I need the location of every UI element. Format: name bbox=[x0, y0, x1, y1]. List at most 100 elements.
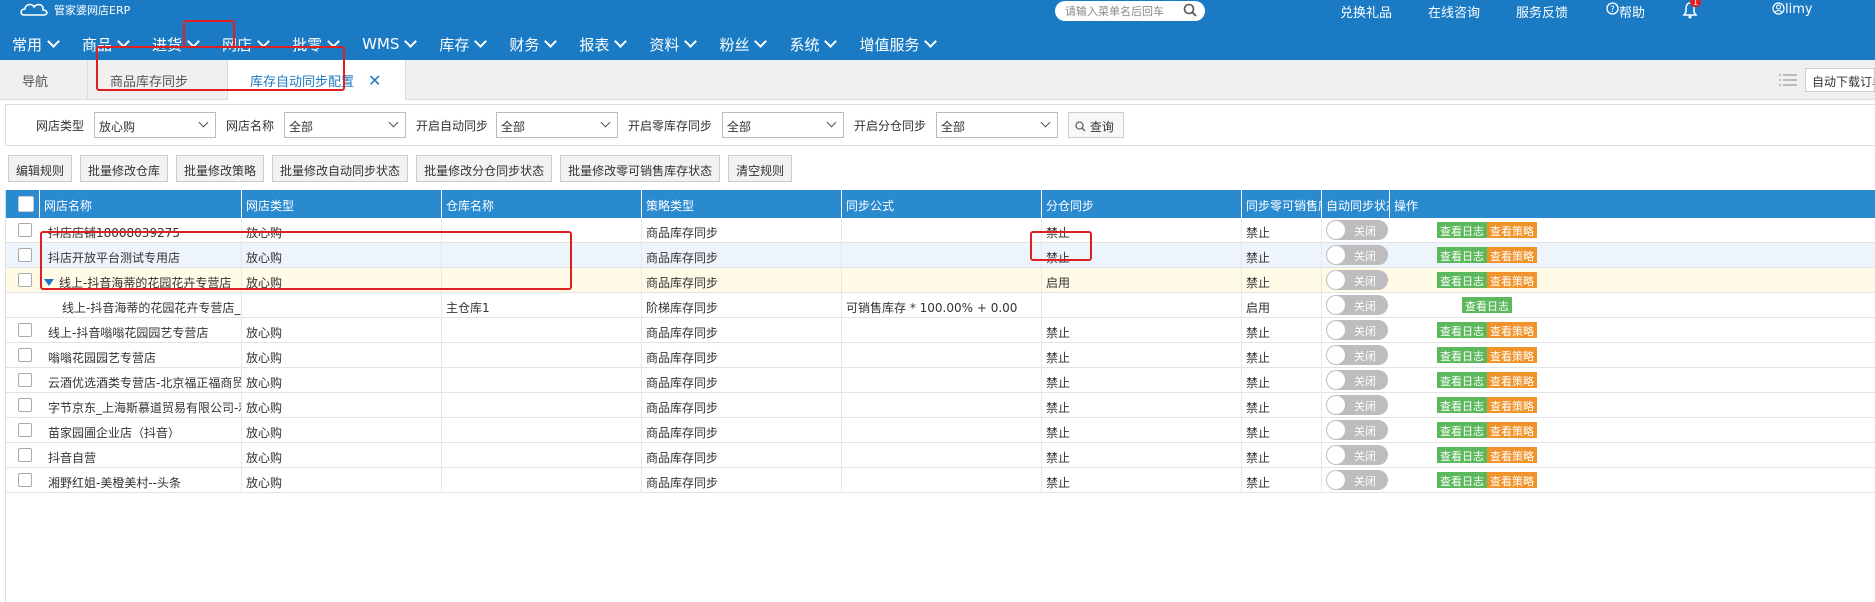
view-strategy-button[interactable]: 查看策略 bbox=[1487, 247, 1537, 263]
view-log-button[interactable]: 查看日志 bbox=[1437, 322, 1487, 338]
auto-sync-toggle[interactable]: 关闭 bbox=[1326, 270, 1388, 290]
col-header-warehouse[interactable]: 仓库名称 bbox=[442, 190, 642, 218]
auto-download-button[interactable]: 自动下载订单 bbox=[1805, 68, 1875, 92]
view-strategy-button[interactable]: 查看策略 bbox=[1487, 347, 1537, 363]
batch-split-sync-button[interactable]: 批量修改分仓同步状态 bbox=[416, 155, 553, 182]
nav-item-store[interactable]: 网店 bbox=[210, 28, 280, 60]
nav-item-value-added[interactable]: 增值服务 bbox=[847, 28, 947, 60]
close-icon[interactable]: ✕ bbox=[368, 71, 381, 90]
table-row[interactable]: 苗家园圃企业店（抖音） 放心购 商品库存同步 禁止 禁止 关闭 查看日志 查看策略 bbox=[6, 418, 1875, 443]
table-row[interactable]: 线上-抖音海蒂的花园花卉专营店 放心购 商品库存同步 启用 禁止 关闭 查看日志 查看策略 bbox=[6, 268, 1875, 293]
table-row[interactable]: 嗡嗡花园园艺专营店 放心购 商品库存同步 禁止 禁止 关闭 查看日志 查看策略 bbox=[6, 343, 1875, 368]
table-row[interactable]: 字节京东_上海斯慕道贸易有限公司-利赓… 放心购 商品库存同步 禁止 禁止 关闭 查看日志查… bbox=[6, 393, 1875, 418]
search-icon[interactable] bbox=[1183, 3, 1197, 17]
auto-sync-toggle[interactable]: 关闭 bbox=[1326, 470, 1388, 490]
table-row[interactable]: 云酒优选酒类专营店-北京福正福商贸有… 放心购 商品库存同步 禁止 禁止 关闭 查看日志查看… bbox=[6, 368, 1875, 393]
auto-sync-toggle[interactable]: 关闭 bbox=[1326, 295, 1388, 315]
expand-triangle-icon[interactable] bbox=[44, 279, 54, 286]
batch-auto-sync-button[interactable]: 批量修改自动同步状态 bbox=[272, 155, 409, 182]
table-row[interactable]: 抖店开放平台测试专用店 放心购 商品库存同步 禁止 禁止 关闭 查看日志 查看策略 bbox=[6, 243, 1875, 268]
view-log-button[interactable]: 查看日志 bbox=[1462, 297, 1512, 313]
row-checkbox[interactable] bbox=[18, 473, 32, 487]
nav-item-fans[interactable]: 粉丝 bbox=[707, 28, 777, 60]
clear-rules-button[interactable]: 清空规则 bbox=[728, 155, 793, 182]
nav-item-data[interactable]: 资料 bbox=[637, 28, 707, 60]
col-header-split-sync[interactable]: 分仓同步 bbox=[1042, 190, 1242, 218]
nav-item-finance[interactable]: 财务 bbox=[497, 28, 567, 60]
view-strategy-button[interactable]: 查看策略 bbox=[1487, 222, 1537, 238]
row-checkbox[interactable] bbox=[18, 373, 32, 387]
nav-item-reports[interactable]: 报表 bbox=[567, 28, 637, 60]
view-strategy-button[interactable]: 查看策略 bbox=[1487, 372, 1537, 388]
auto-sync-toggle[interactable]: 关闭 bbox=[1326, 220, 1388, 240]
notification-button[interactable]: 1 bbox=[1680, 0, 1702, 24]
view-log-button[interactable]: 查看日志 bbox=[1437, 397, 1487, 413]
row-checkbox[interactable] bbox=[18, 448, 32, 462]
view-strategy-button[interactable]: 查看策略 bbox=[1487, 447, 1537, 463]
view-log-button[interactable]: 查看日志 bbox=[1437, 272, 1487, 288]
col-header-auto-sync[interactable]: 自动同步状态 bbox=[1322, 190, 1390, 218]
table-row[interactable]: 湘野红姐-美橙美村--头条 放心购 商品库存同步 禁止 禁止 关闭 查看日志 查看策略 bbox=[6, 468, 1875, 493]
view-log-button[interactable]: 查看日志 bbox=[1437, 372, 1487, 388]
nav-item-inventory[interactable]: 库存 bbox=[427, 28, 497, 60]
auto-sync-toggle[interactable]: 关闭 bbox=[1326, 420, 1388, 440]
nav-item-purchase[interactable]: 进货 bbox=[140, 28, 210, 60]
table-row[interactable]: 抖音自营 放心购 商品库存同步 禁止 禁止 关闭 查看日志 查看策略 bbox=[6, 443, 1875, 468]
edit-rules-button[interactable]: 编辑规则 bbox=[8, 155, 73, 182]
zero-sync-select[interactable]: 全部 bbox=[722, 112, 844, 138]
view-log-button[interactable]: 查看日志 bbox=[1437, 472, 1487, 488]
user-menu[interactable]: limy bbox=[1772, 2, 1813, 18]
list-icon[interactable] bbox=[1777, 73, 1799, 87]
row-checkbox[interactable] bbox=[18, 323, 32, 337]
auto-sync-toggle[interactable]: 关闭 bbox=[1326, 395, 1388, 415]
view-strategy-button[interactable]: 查看策略 bbox=[1487, 422, 1537, 438]
view-log-button[interactable]: 查看日志 bbox=[1437, 447, 1487, 463]
store-type-select[interactable]: 放心购 bbox=[94, 112, 216, 138]
auto-sync-toggle[interactable]: 关闭 bbox=[1326, 320, 1388, 340]
tab-stock-sync[interactable]: 商品库存同步 bbox=[88, 60, 228, 100]
col-header-strategy[interactable]: 策略类型 bbox=[642, 190, 842, 218]
col-header-formula[interactable]: 同步公式 bbox=[842, 190, 1042, 218]
table-row[interactable]: 抖店店铺18008039275 放心购 商品库存同步 禁止 禁止 关闭 查看日志 查看策略 bbox=[6, 218, 1875, 243]
feedback-link[interactable]: 服务反馈 bbox=[1516, 2, 1568, 21]
row-checkbox[interactable] bbox=[18, 348, 32, 362]
row-checkbox[interactable] bbox=[18, 223, 32, 237]
tab-navigation[interactable]: 导航 bbox=[0, 60, 88, 100]
table-row[interactable]: 线上-抖音嗡嗡花园园艺专营店 放心购 商品库存同步 禁止 禁止 关闭 查看日志 查看策略 bbox=[6, 318, 1875, 343]
nav-item-wms[interactable]: WMS bbox=[350, 28, 427, 60]
auto-sync-toggle[interactable]: 关闭 bbox=[1326, 245, 1388, 265]
col-header-store-name[interactable]: 网店名称 bbox=[40, 190, 242, 218]
nav-item-wholesale[interactable]: 批零 bbox=[280, 28, 350, 60]
nav-item-goods[interactable]: 商品 bbox=[70, 28, 140, 60]
batch-zero-stock-button[interactable]: 批量修改零可销售库存状态 bbox=[560, 155, 721, 182]
view-log-button[interactable]: 查看日志 bbox=[1437, 222, 1487, 238]
view-strategy-button[interactable]: 查看策略 bbox=[1487, 272, 1537, 288]
view-strategy-button[interactable]: 查看策略 bbox=[1487, 397, 1537, 413]
tab-auto-sync-config[interactable]: 库存自动同步配置 ✕ bbox=[228, 60, 406, 100]
row-checkbox[interactable] bbox=[18, 398, 32, 412]
query-button[interactable]: 查询 bbox=[1068, 112, 1124, 138]
view-strategy-button[interactable]: 查看策略 bbox=[1487, 472, 1537, 488]
nav-item-system[interactable]: 系统 bbox=[777, 28, 847, 60]
row-checkbox[interactable] bbox=[18, 423, 32, 437]
auto-sync-toggle[interactable]: 关闭 bbox=[1326, 345, 1388, 365]
auto-sync-toggle[interactable]: 关闭 bbox=[1326, 370, 1388, 390]
row-checkbox[interactable] bbox=[18, 248, 32, 262]
row-checkbox[interactable] bbox=[18, 273, 32, 287]
menu-search-input[interactable]: 请输入菜单名后回车 bbox=[1055, 1, 1205, 21]
consult-link[interactable]: 在线咨询 bbox=[1428, 2, 1480, 21]
auto-sync-select[interactable]: 全部 bbox=[496, 112, 618, 138]
help-link[interactable]: ? 帮助 bbox=[1606, 2, 1645, 21]
col-header-store-type[interactable]: 网店类型 bbox=[242, 190, 442, 218]
view-log-button[interactable]: 查看日志 bbox=[1437, 347, 1487, 363]
auto-sync-toggle[interactable]: 关闭 bbox=[1326, 445, 1388, 465]
batch-strategy-button[interactable]: 批量修改策略 bbox=[176, 155, 265, 182]
gift-link[interactable]: 兑换礼品 bbox=[1340, 2, 1392, 21]
view-log-button[interactable]: 查看日志 bbox=[1437, 247, 1487, 263]
view-strategy-button[interactable]: 查看策略 bbox=[1487, 322, 1537, 338]
batch-warehouse-button[interactable]: 批量修改仓库 bbox=[80, 155, 169, 182]
nav-item-common[interactable]: 常用 bbox=[0, 28, 70, 60]
warehouse-sync-select[interactable]: 全部 bbox=[936, 112, 1058, 138]
select-all-checkbox[interactable] bbox=[18, 196, 34, 212]
table-row[interactable]: 线上-抖音海蒂的花园花卉专营店_阶梯 主仓库1 阶梯库存同步 可销售库存 * 100.… bbox=[6, 293, 1875, 318]
